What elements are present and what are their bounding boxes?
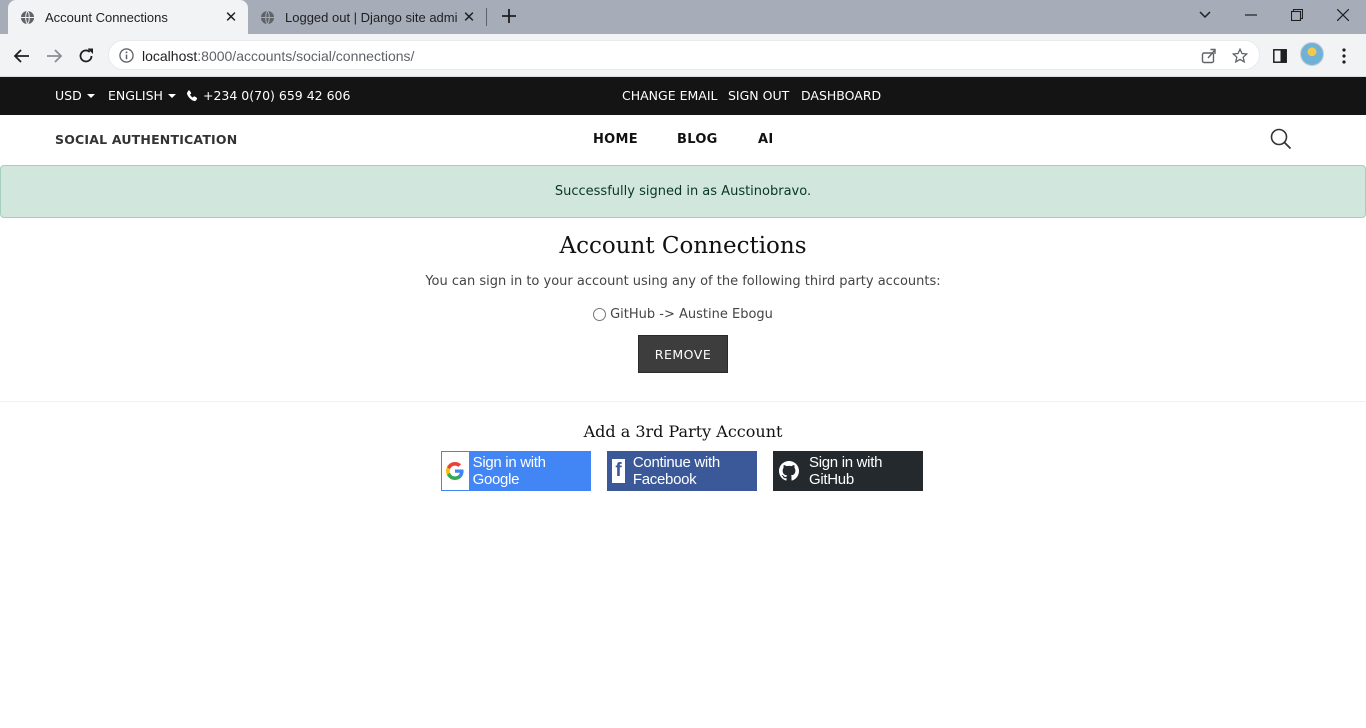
side-panel-icon[interactable] bbox=[1266, 42, 1294, 70]
restore-icon[interactable] bbox=[1274, 0, 1320, 30]
google-button-label: Sign in with Google bbox=[472, 454, 546, 488]
facebook-logo-icon: f bbox=[612, 459, 625, 483]
close-tab-icon[interactable]: ✕ bbox=[458, 6, 480, 28]
globe-icon bbox=[20, 10, 35, 25]
facebook-signin-button[interactable]: f Continue with Facebook bbox=[607, 451, 757, 491]
currency-dropdown[interactable]: USD bbox=[55, 88, 95, 103]
globe-icon bbox=[260, 10, 275, 25]
browser-tab-strip: Account Connections ✕ Logged out | Djang… bbox=[0, 0, 1366, 34]
google-logo-icon bbox=[442, 452, 469, 490]
browser-tab-active[interactable]: Account Connections ✕ bbox=[8, 0, 248, 34]
site-brand[interactable]: SOCIAL AUTHENTICATION bbox=[55, 132, 237, 147]
tab-title: Account Connections bbox=[45, 9, 168, 25]
tab-search-chevron-icon[interactable] bbox=[1182, 0, 1228, 30]
share-icon[interactable] bbox=[1199, 46, 1219, 66]
caret-down-icon bbox=[86, 93, 95, 98]
bookmark-star-icon[interactable] bbox=[1230, 46, 1250, 66]
browser-tab-inactive[interactable]: Logged out | Django site admin ✕ bbox=[250, 0, 486, 34]
currency-label: USD bbox=[55, 88, 82, 103]
site-topbar: USD ENGLISH +234 0(70) 659 42 606 CHANGE… bbox=[0, 77, 1366, 115]
tab-separator bbox=[486, 8, 487, 26]
reload-icon[interactable] bbox=[72, 42, 100, 70]
phone-number: +234 0(70) 659 42 606 bbox=[203, 88, 351, 103]
github-logo-icon bbox=[779, 461, 799, 481]
site-info-icon[interactable] bbox=[119, 48, 134, 68]
success-alert: Successfully signed in as Austinobravo. bbox=[0, 165, 1366, 218]
connections-intro: You can sign in to your account using an… bbox=[425, 274, 941, 289]
dashboard-link[interactable]: DASHBOARD bbox=[801, 88, 881, 103]
sign-out-link[interactable]: SIGN OUT bbox=[728, 88, 789, 103]
nav-blog-link[interactable]: BLOG bbox=[677, 132, 718, 147]
url-text: localhost:8000/accounts/social/connectio… bbox=[142, 48, 414, 64]
add-account-title: Add a 3rd Party Account bbox=[583, 422, 783, 441]
tab-title: Logged out | Django site admin bbox=[285, 9, 458, 25]
url-host: localhost bbox=[142, 48, 198, 64]
main-navigation: SOCIAL AUTHENTICATION HOME BLOG AI bbox=[0, 115, 1366, 165]
facebook-button-label: Continue with Facebook bbox=[632, 454, 720, 488]
url-path: :8000/accounts/social/connections/ bbox=[197, 48, 415, 64]
nav-ai-link[interactable]: AI bbox=[758, 132, 774, 147]
minimize-icon[interactable] bbox=[1228, 0, 1274, 30]
github-signin-button[interactable]: Sign in with GitHub bbox=[773, 451, 923, 491]
back-icon[interactable] bbox=[8, 42, 36, 70]
page-title: Account Connections bbox=[559, 233, 807, 259]
browser-menu-icon[interactable] bbox=[1330, 42, 1358, 70]
section-divider bbox=[0, 401, 1366, 402]
remove-button[interactable]: REMOVE bbox=[638, 335, 728, 373]
nav-home-link[interactable]: HOME bbox=[593, 132, 638, 147]
connection-label[interactable]: GitHub -> Austine Ebogu bbox=[610, 307, 773, 322]
close-window-icon[interactable] bbox=[1320, 0, 1366, 30]
language-label: ENGLISH bbox=[108, 88, 163, 103]
browser-toolbar: localhost:8000/accounts/social/connectio… bbox=[0, 34, 1366, 77]
address-bar[interactable]: localhost:8000/accounts/social/connectio… bbox=[108, 40, 1260, 70]
caret-down-icon bbox=[167, 93, 176, 98]
forward-icon[interactable] bbox=[40, 42, 68, 70]
github-button-label: Sign in with GitHub bbox=[809, 454, 883, 488]
google-signin-button[interactable]: Sign in with Google bbox=[441, 451, 591, 491]
profile-avatar[interactable] bbox=[1300, 42, 1324, 66]
phone-icon bbox=[186, 89, 198, 102]
change-email-link[interactable]: CHANGE EMAIL bbox=[622, 88, 717, 103]
close-tab-icon[interactable]: ✕ bbox=[220, 6, 242, 28]
search-icon[interactable] bbox=[1269, 127, 1293, 151]
connection-radio[interactable] bbox=[593, 308, 607, 321]
connection-item: GitHub -> Austine Ebogu bbox=[0, 307, 1366, 322]
phone-contact: +234 0(70) 659 42 606 bbox=[186, 88, 350, 103]
language-dropdown[interactable]: ENGLISH bbox=[108, 88, 176, 103]
alert-message: Successfully signed in as Austinobravo. bbox=[554, 184, 812, 199]
new-tab-icon[interactable] bbox=[498, 5, 520, 27]
